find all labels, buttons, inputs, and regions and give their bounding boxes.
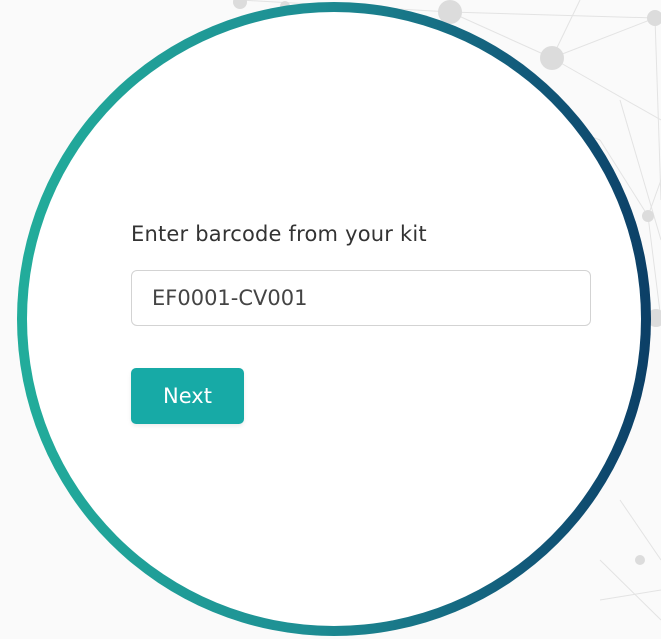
page-background: Enter barcode from your kit Next (0, 0, 661, 639)
barcode-label: Enter barcode from your kit (131, 222, 427, 246)
gradient-ring: Enter barcode from your kit Next (17, 2, 651, 636)
barcode-form: Enter barcode from your kit Next (131, 220, 591, 424)
next-button[interactable]: Next (131, 368, 244, 424)
barcode-input[interactable] (131, 270, 591, 326)
form-circle: Enter barcode from your kit Next (27, 12, 641, 626)
